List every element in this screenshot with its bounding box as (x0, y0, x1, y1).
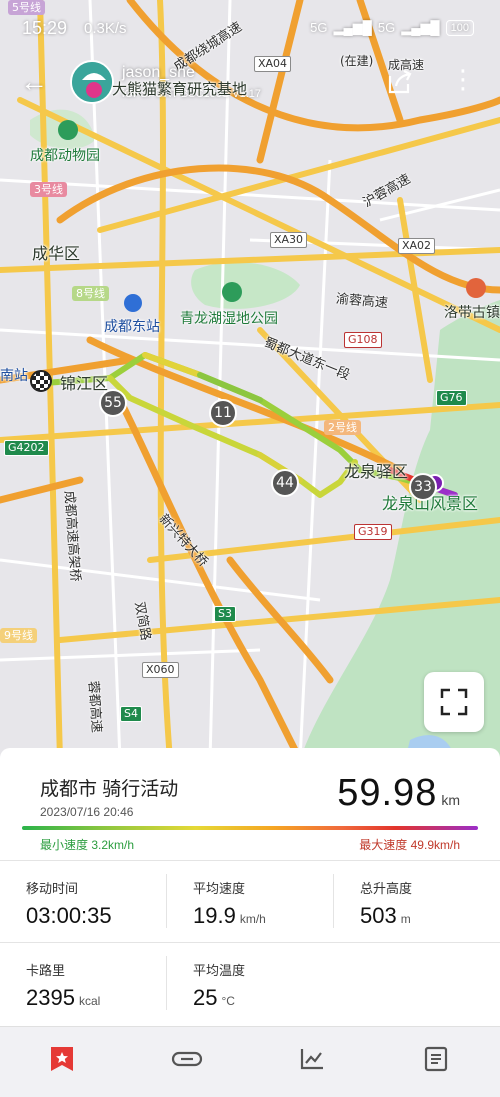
document-icon (424, 1046, 448, 1072)
battery-icon: 100 (445, 20, 474, 36)
share-glyph (388, 70, 412, 94)
place-label-south-station: 南站 (0, 368, 28, 384)
tab-summary[interactable] (42, 1043, 82, 1075)
road-shield: X060 (142, 662, 179, 678)
total-distance: 59.98 km (337, 772, 460, 815)
stat-unit: °C (221, 994, 235, 1008)
status-time: 15:29 (22, 18, 68, 38)
avatar[interactable] (70, 60, 114, 104)
activity-header: ← jason_she iGPSPORT BSC100S V1.17 ⋮ (0, 58, 500, 108)
park-poi-icon[interactable] (222, 282, 242, 302)
road-label-rongdu: 蓉都高速 (85, 680, 104, 734)
stat-value: 503 (360, 903, 397, 928)
stat-avg-temperature: 平均温度 25 °C (193, 960, 245, 1011)
metro-line-badge: 3号线 (30, 182, 67, 197)
stat-label: 平均温度 (193, 963, 246, 978)
stat-calories: 卡路里 2395 kcal (26, 960, 100, 1011)
tab-charts[interactable] (292, 1043, 332, 1075)
max-speed-label: 最大速度 49.9km/h (359, 838, 460, 852)
train-station-icon[interactable] (124, 294, 142, 312)
status-icons: 5G ▂▄▆█ 5G ▂▄▆█ 100 (310, 20, 474, 36)
km-marker: 11 (209, 399, 237, 427)
bookmark-star-icon (51, 1047, 73, 1071)
road-shield: S4 (120, 706, 142, 722)
km-marker: 33 (409, 473, 437, 501)
km-marker: 55 (99, 389, 127, 417)
place-label-east-station: 成都东站 (104, 319, 160, 335)
distance-unit: km (441, 792, 460, 808)
place-label-qinglong-park: 青龙湖湿地公园 (180, 311, 278, 327)
stat-total-ascent: 总升高度 503 m (360, 878, 412, 929)
stat-label: 卡路里 (26, 963, 66, 978)
share-icon[interactable] (386, 68, 414, 96)
tab-details[interactable] (416, 1043, 456, 1075)
network-type-1: 5G (310, 20, 328, 35)
place-label-chenghua: 成华区 (32, 244, 81, 263)
km-marker: 44 (271, 469, 299, 497)
stat-moving-time: 移动时间 03:00:35 (26, 878, 116, 929)
road-shield: G76 (436, 390, 467, 406)
place-label-jinjiang: 锦江区 (60, 374, 109, 393)
network-type-2: 5G (377, 20, 396, 35)
line-chart-icon (300, 1049, 323, 1070)
more-options-icon[interactable]: ⋮ (450, 64, 476, 94)
metro-line-badge: 8号线 (72, 286, 109, 301)
road-shield: G4202 (4, 440, 49, 456)
avatar-image (72, 62, 112, 102)
tab-laps[interactable] (167, 1043, 207, 1075)
back-arrow-icon[interactable]: ← (20, 68, 50, 98)
divider (0, 860, 500, 861)
distance-value: 59.98 (337, 772, 438, 814)
place-label-zoo: 成都动物园 (30, 148, 100, 164)
road-shield: G108 (344, 332, 382, 348)
stat-avg-speed: 平均速度 19.9 km/h (193, 878, 266, 929)
road-shield: XA30 (270, 232, 308, 248)
fullscreen-button[interactable] (424, 672, 484, 732)
stat-label: 总升高度 (360, 881, 413, 896)
divider (0, 942, 500, 943)
landmark-poi-icon[interactable] (466, 278, 486, 298)
metro-line-badge: 9号线 (0, 628, 37, 643)
link-icon (171, 1051, 203, 1067)
speed-gradient-bar (22, 826, 478, 830)
place-label-longquanyi: 龙泉驿区 (344, 462, 409, 481)
zoo-poi-icon[interactable] (58, 120, 78, 140)
metro-line-badge: 2号线 (324, 420, 361, 435)
activity-title: 成都市 骑行活动 (40, 779, 179, 800)
activity-summary-panel: 成都市 骑行活动 2023/07/16 20:46 59.98 km 最小速度 … (0, 748, 500, 1026)
stat-value: 25 (193, 985, 218, 1010)
activity-date: 2023/07/16 20:46 (40, 805, 134, 819)
road-shield: XA02 (398, 238, 436, 254)
stat-label: 平均速度 (193, 881, 246, 896)
divider (166, 956, 167, 1010)
route-map[interactable]: 成都动物园 成华区 成都东站 锦江区 青龙湖湿地公园 龙泉驿区 龙泉山风景区 洛… (0, 0, 500, 760)
bottom-navigation (0, 1026, 500, 1097)
signal-icon: ▂▄▆█ (333, 20, 372, 35)
road-shield: G319 (354, 524, 392, 540)
stat-value: 2395 (26, 985, 75, 1010)
status-bar: 15:29 0.3K/s 5G ▂▄▆█ 5G ▂▄▆█ 100 (0, 0, 500, 58)
place-label-panda-base: 大熊猫繁育研究基地 (112, 80, 248, 98)
min-speed-label: 最小速度 3.2km/h (40, 838, 135, 852)
place-label-luodai: 洛带古镇 (444, 305, 500, 321)
road-shield: S3 (214, 606, 236, 622)
stat-label: 移动时间 (26, 881, 79, 896)
network-speed: 0.3K/s (84, 20, 127, 37)
route-start-flag-icon (30, 370, 52, 392)
stat-value: 19.9 (193, 903, 236, 928)
stat-unit: km/h (239, 912, 266, 926)
stat-unit: m (400, 912, 411, 926)
stat-value: 03:00:35 (26, 903, 112, 928)
divider (166, 874, 167, 928)
stat-unit: kcal (78, 994, 101, 1008)
fullscreen-icon (440, 688, 468, 716)
divider (333, 874, 334, 928)
signal-icon: ▂▄▆█ (401, 20, 440, 35)
